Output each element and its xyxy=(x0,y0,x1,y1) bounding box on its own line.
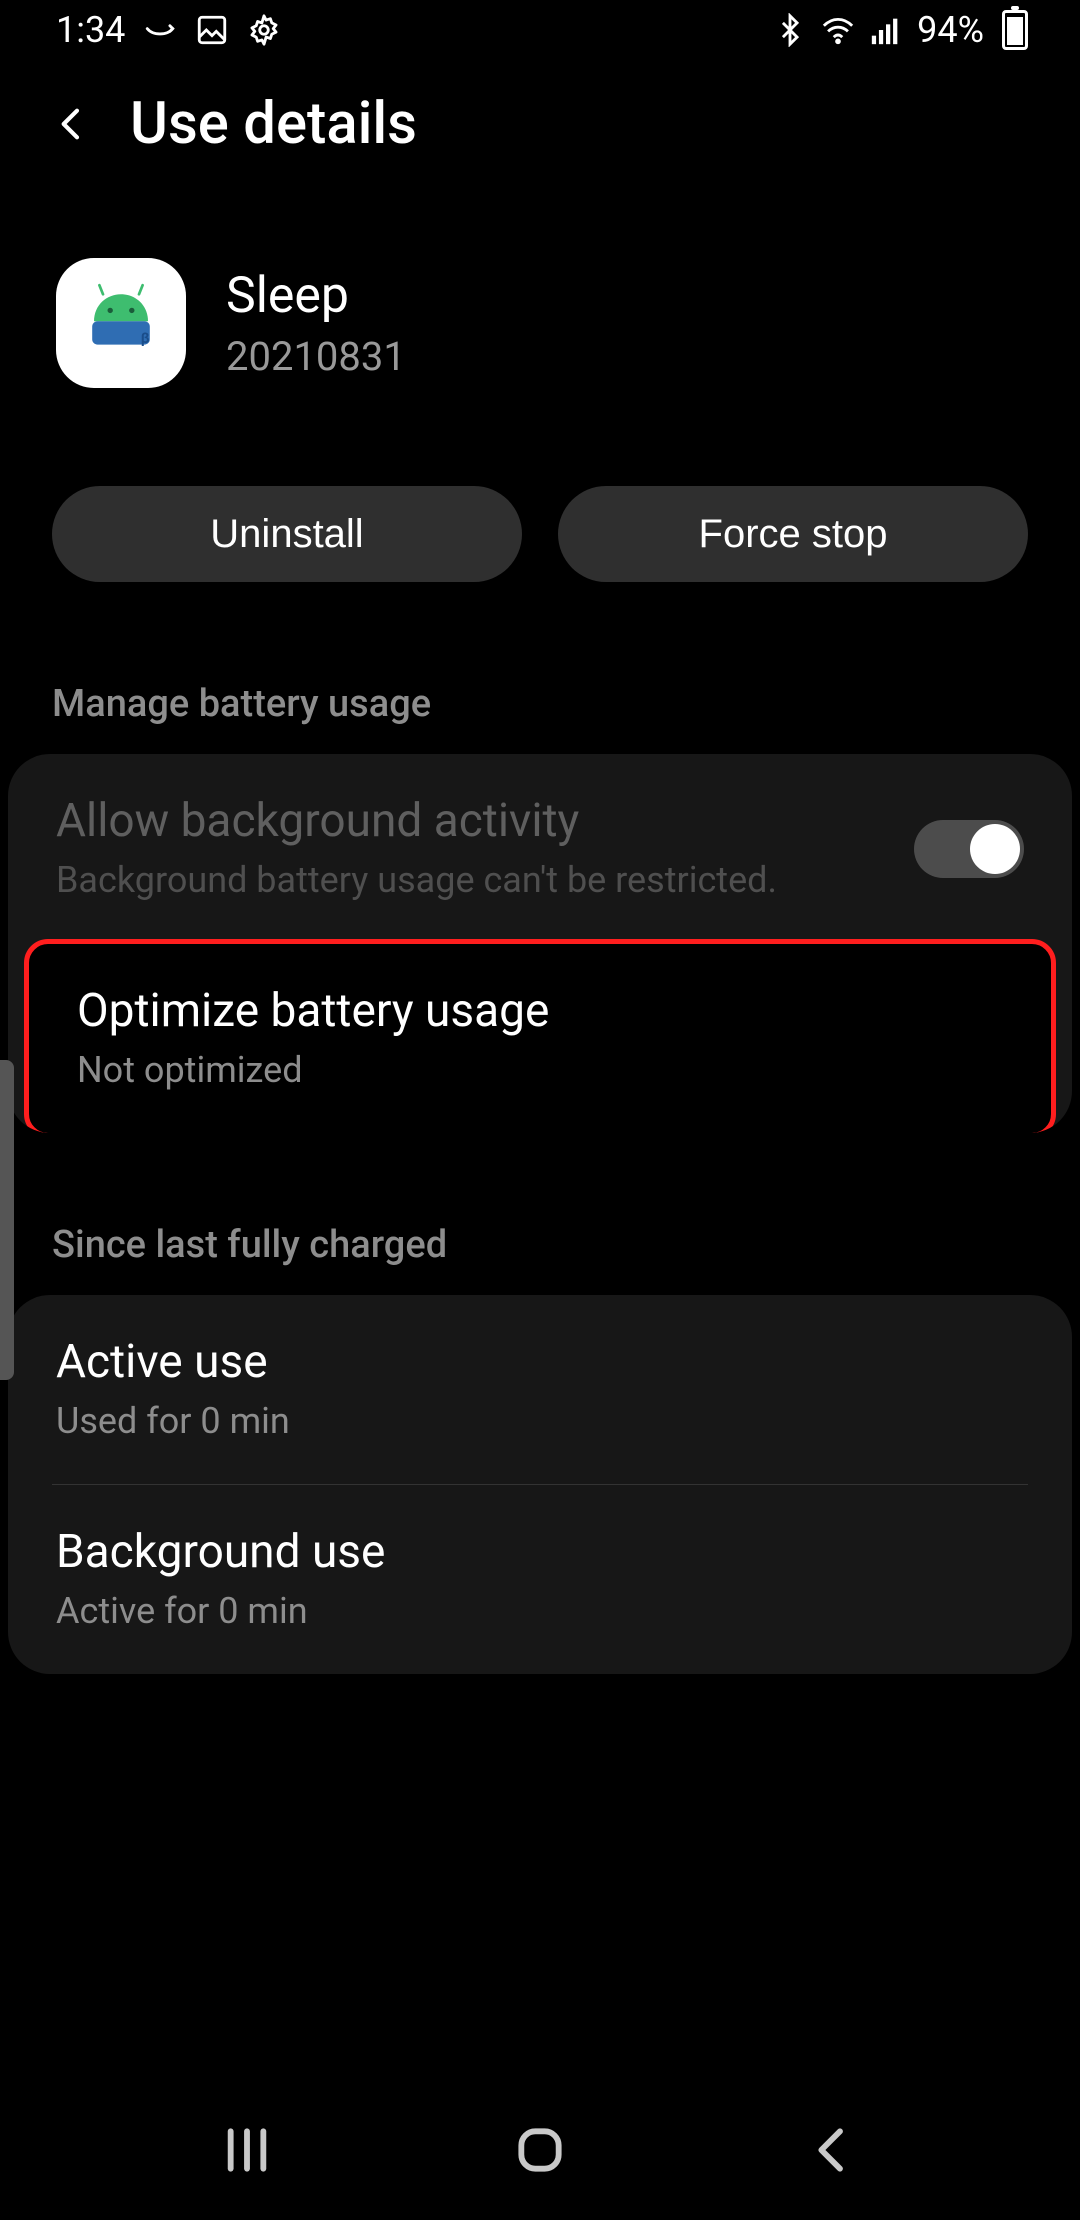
manage-battery-card: Allow background activity Background bat… xyxy=(8,754,1072,1133)
active-use-row[interactable]: Active use Used for 0 min xyxy=(8,1295,1072,1484)
battery-percentage: 94% xyxy=(917,9,984,51)
app-name: Sleep xyxy=(226,267,406,325)
allow-background-activity-sub: Background battery usage can't be restri… xyxy=(56,858,894,903)
background-use-row[interactable]: Background use Active for 0 min xyxy=(8,1485,1072,1674)
section-since-charged: Since last fully charged xyxy=(0,1133,1080,1295)
status-bar: 1:34 94% xyxy=(0,0,1080,60)
status-right: 94% xyxy=(773,9,1028,51)
allow-background-activity-title: Allow background activity xyxy=(56,794,894,848)
wifi-icon xyxy=(821,13,855,47)
photo-icon xyxy=(195,13,229,47)
force-stop-button[interactable]: Force stop xyxy=(558,486,1028,582)
app-info-row: β Sleep 20210831 xyxy=(0,168,1080,428)
nav-back-button[interactable] xyxy=(798,2115,868,2185)
battery-icon xyxy=(1002,10,1028,50)
cell-signal-icon xyxy=(869,13,903,47)
back-button[interactable] xyxy=(52,104,92,144)
page-title: Use details xyxy=(130,90,417,158)
allow-background-toggle[interactable] xyxy=(914,820,1024,878)
optimize-battery-title: Optimize battery usage xyxy=(77,984,983,1038)
page-header: Use details xyxy=(0,60,1080,168)
gear-icon xyxy=(247,13,281,47)
status-clock: 1:34 xyxy=(56,9,125,51)
app-icon: β xyxy=(56,258,186,388)
optimize-battery-sub: Not optimized xyxy=(77,1048,983,1093)
svg-text:β: β xyxy=(141,330,150,347)
recents-button[interactable] xyxy=(212,2115,282,2185)
bluetooth-icon xyxy=(773,13,807,47)
section-manage-battery: Manage battery usage xyxy=(0,592,1080,754)
amazon-icon xyxy=(143,13,177,47)
home-button[interactable] xyxy=(505,2115,575,2185)
background-use-sub: Active for 0 min xyxy=(56,1589,1004,1634)
allow-background-activity-row: Allow background activity Background bat… xyxy=(8,754,1072,943)
app-version: 20210831 xyxy=(226,333,406,380)
navigation-bar xyxy=(0,2080,1080,2220)
usage-card: Active use Used for 0 min Background use… xyxy=(8,1295,1072,1674)
status-left: 1:34 xyxy=(56,9,281,51)
uninstall-button[interactable]: Uninstall xyxy=(52,486,522,582)
active-use-sub: Used for 0 min xyxy=(56,1399,1004,1444)
scroll-indicator xyxy=(0,1060,14,1380)
optimize-battery-usage-row[interactable]: Optimize battery usage Not optimized xyxy=(24,939,1056,1133)
active-use-title: Active use xyxy=(56,1335,1004,1389)
button-row: Uninstall Force stop xyxy=(0,428,1080,592)
background-use-title: Background use xyxy=(56,1525,1004,1579)
app-text: Sleep 20210831 xyxy=(226,267,406,380)
toggle-knob xyxy=(970,824,1020,874)
